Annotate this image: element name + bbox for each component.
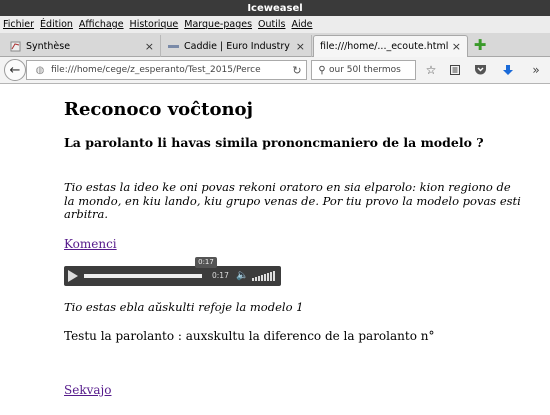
menu-fichier[interactable]: Fichier bbox=[3, 19, 34, 30]
tab-synthese[interactable]: Synthèse × bbox=[4, 35, 161, 57]
volume-slider[interactable] bbox=[252, 271, 275, 281]
pocket-icon[interactable] bbox=[472, 62, 488, 78]
audio-seek-bar[interactable] bbox=[84, 274, 202, 278]
question-heading: La parolanto li havas simila prononcmani… bbox=[64, 135, 484, 150]
navigation-toolbar: ← ◍ file:///home/cege/z_esperanto/Test_2… bbox=[0, 57, 550, 84]
window-title: Iceweasel bbox=[247, 2, 303, 14]
reload-icon[interactable]: ↻ bbox=[288, 64, 306, 77]
audio-player[interactable]: 0:17 0:17 🔈 bbox=[64, 257, 281, 286]
menu-aide[interactable]: Aide bbox=[291, 19, 312, 30]
tab-ecoute[interactable]: file:///home/..._ecoute.html × bbox=[313, 35, 468, 57]
tab-bar: Synthèse × Caddie | Euro Industry × file… bbox=[0, 33, 550, 57]
overflow-menu-icon[interactable]: » bbox=[528, 62, 544, 78]
new-tab-button[interactable]: ✚ bbox=[472, 37, 488, 53]
tab-close-icon[interactable]: × bbox=[145, 40, 154, 53]
volume-icon[interactable]: 🔈 bbox=[236, 270, 248, 281]
menu-outils[interactable]: Outils bbox=[258, 19, 285, 30]
tab-label: file:///home/..._ecoute.html bbox=[320, 41, 448, 52]
menu-marque-pages[interactable]: Marque-pages bbox=[184, 19, 252, 30]
tab-label: Synthèse bbox=[26, 40, 71, 52]
audio-caption: Tio estas ebla aŭskulti refoje la modelo… bbox=[64, 300, 304, 314]
seek-tooltip: 0:17 bbox=[195, 257, 217, 268]
synthese-favicon-icon bbox=[10, 41, 21, 52]
tab-close-icon[interactable]: × bbox=[296, 40, 305, 53]
task-instruction: Testu la parolanto : auxskultu la difere… bbox=[64, 329, 435, 343]
start-link[interactable]: Komenci bbox=[64, 237, 117, 251]
url-text[interactable]: file:///home/cege/z_esperanto/Test_2015/… bbox=[51, 65, 288, 75]
audio-time: 0:17 bbox=[212, 271, 229, 280]
downloads-icon[interactable] bbox=[500, 62, 516, 78]
bookmark-star-icon[interactable]: ☆ bbox=[423, 62, 439, 78]
back-button[interactable]: ← bbox=[4, 59, 26, 81]
page-content: Reconoco voĉtonoj La parolanto li havas … bbox=[0, 85, 550, 415]
search-input[interactable]: our 50l thermos bbox=[329, 65, 415, 75]
reading-list-icon[interactable] bbox=[447, 62, 463, 78]
search-box[interactable]: ⚲ our 50l thermos bbox=[311, 60, 416, 80]
play-icon[interactable] bbox=[68, 270, 78, 282]
menu-historique[interactable]: Historique bbox=[130, 19, 179, 30]
tab-label: Caddie | Euro Industry bbox=[184, 40, 290, 52]
page-title: Reconoco voĉtonoj bbox=[64, 99, 254, 120]
search-icon: ⚲ bbox=[318, 64, 326, 76]
tab-caddie[interactable]: Caddie | Euro Industry × bbox=[162, 35, 312, 57]
back-arrow-icon: ← bbox=[9, 62, 21, 78]
url-bar[interactable]: ◍ file:///home/cege/z_esperanto/Test_201… bbox=[26, 60, 307, 80]
menu-edition[interactable]: Édition bbox=[40, 19, 73, 30]
window-titlebar: Iceweasel bbox=[0, 0, 550, 16]
next-link[interactable]: Sekvajo bbox=[64, 383, 111, 397]
menu-affichage[interactable]: Affichage bbox=[79, 19, 124, 30]
tab-close-icon[interactable]: × bbox=[452, 40, 461, 53]
menu-bar: Fichier Édition Affichage Historique Mar… bbox=[0, 16, 550, 33]
description-text: Tio estas la ideo ke oni povas rekoni or… bbox=[64, 180, 521, 221]
site-identity-icon: ◍ bbox=[35, 64, 45, 76]
caddie-favicon-icon bbox=[168, 41, 179, 52]
